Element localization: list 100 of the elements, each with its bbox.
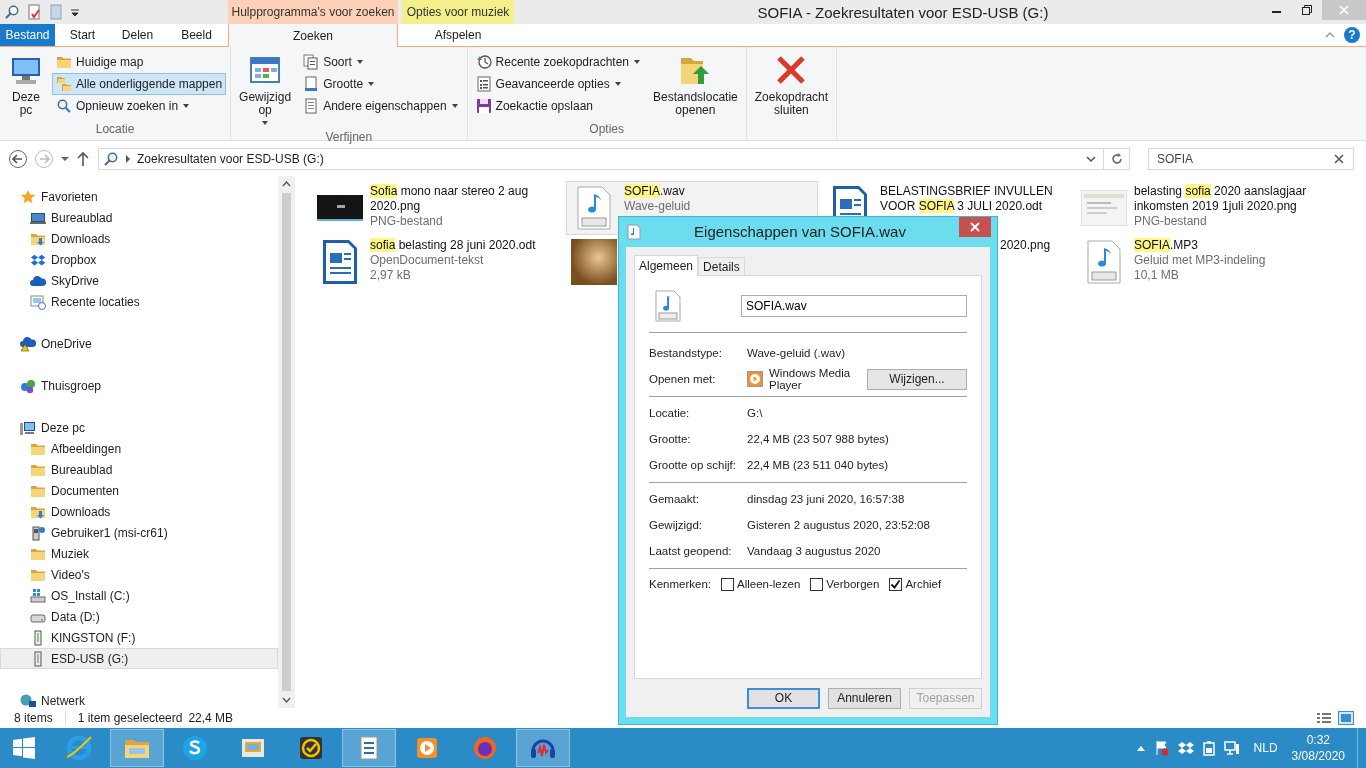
nav-item[interactable]: ESD-USB (G:) <box>0 648 278 669</box>
tiles-view-icon[interactable] <box>1338 711 1354 725</box>
ribbon-button[interactable]: Soort <box>299 51 463 73</box>
help-button[interactable]: ? <box>1344 27 1360 43</box>
back-icon[interactable] <box>8 149 28 169</box>
dialog-tab[interactable]: Details <box>698 257 745 275</box>
nav-item[interactable]: Bureaublad <box>0 207 278 228</box>
ribbon-button[interactable]: Opnieuw zoeken in <box>52 95 227 117</box>
dropbox-icon[interactable] <box>1177 740 1194 756</box>
ribbon-button[interactable]: Gewijzigd op <box>235 50 296 130</box>
nav-item[interactable]: Bureaublad <box>0 459 278 480</box>
nav-item[interactable]: Thuisgroep <box>0 375 278 396</box>
ribbon-button[interactable]: Deze pc <box>4 50 48 122</box>
network-icon[interactable] <box>1223 740 1240 756</box>
close-button[interactable] <box>959 217 991 237</box>
ribbon-button[interactable]: Zoekopdracht sluiten <box>750 50 833 140</box>
file-detail: Wave-geluid <box>624 199 692 214</box>
attribute-checkbox[interactable]: Alleen-lezen <box>721 577 801 591</box>
file-name: SOFIA.wav <box>624 184 686 199</box>
file-name-field[interactable]: SOFIA.wav <box>741 295 967 317</box>
attribute-checkbox[interactable]: Archief <box>889 577 942 591</box>
nav-item[interactable]: SkyDrive <box>0 270 278 291</box>
scrollbar-thumb[interactable] <box>282 193 291 691</box>
ribbon-tab[interactable]: Zoeken <box>228 24 398 47</box>
nav-item[interactable]: Data (D:) <box>0 606 278 627</box>
ribbon-button[interactable]: Geavanceerde opties <box>471 73 645 95</box>
input-language[interactable]: NLD <box>1253 741 1278 755</box>
up-arrow-icon[interactable] <box>76 151 90 167</box>
nav-item[interactable]: Muziek <box>0 543 278 564</box>
taskbar-button[interactable] <box>342 729 396 767</box>
star-icon <box>20 188 36 205</box>
scroll-up-icon[interactable] <box>282 181 291 187</box>
audio-file-icon <box>627 224 641 240</box>
property-label: Gewijzigd: <box>649 519 704 531</box>
calendar-icon <box>249 54 282 86</box>
details-view-icon[interactable] <box>1316 711 1332 725</box>
property-label: Laatst geopend: <box>649 545 733 557</box>
file-name: 2020.png <box>1000 238 1052 253</box>
search-icon[interactable] <box>4 4 20 20</box>
nav-item[interactable]: Deze pc <box>0 417 278 438</box>
ribbon-button[interactable]: Grootte <box>299 73 463 95</box>
file-name: SOFIA.MP3 <box>1134 238 1200 253</box>
dialog-button[interactable]: Annuleren <box>828 687 901 709</box>
contextual-tab-header: Opties voor muziek <box>402 0 514 24</box>
file-name: Sofia mono naar stereo 2 aug 2020.png <box>370 184 530 214</box>
nav-item[interactable]: Video's <box>0 564 278 585</box>
attribute-checkbox[interactable]: Verborgen <box>810 577 880 591</box>
address-bar[interactable]: Zoekresultaten voor ESD-USB (G:) <box>98 148 1104 170</box>
ribbon-group-label: Opties <box>588 122 625 138</box>
nav-item[interactable]: Downloads <box>0 501 278 522</box>
nav-item[interactable]: OneDrive <box>0 333 278 354</box>
folders-icon <box>56 76 72 92</box>
ribbon-button[interactable]: Zoekactie opslaan <box>471 95 645 117</box>
file-item[interactable]: sofia belasting 28 juni 2020.odt OpenDocument-tekst 2,97 kB <box>312 235 562 289</box>
ribbon-button[interactable]: Recente zoekopdrachten <box>471 51 645 73</box>
change-button[interactable]: Wijzigen... <box>867 368 967 390</box>
file-item[interactable]: Sofia mono naar stereo 2 aug 2020.png PNG-bestand <box>312 181 562 235</box>
file-item[interactable]: belasting sofia 2020 aanslagjaar inkomsten 2019 1juli 2020.png PNG-bestand <box>1076 181 1332 235</box>
nav-item[interactable]: Documenten <box>0 480 278 501</box>
ribbon-button[interactable]: Alle onderliggende mappen <box>52 73 227 95</box>
ribbon-tab[interactable]: Bestand <box>0 24 55 46</box>
floppy-icon <box>475 98 492 114</box>
scrollbar[interactable] <box>278 176 295 708</box>
homegroup-icon <box>20 377 36 394</box>
show-hidden-icons-icon[interactable] <box>1135 744 1146 752</box>
chat-icon <box>180 733 210 763</box>
clock-date[interactable]: 3/08/2020 <box>1291 748 1345 764</box>
dialog-tab[interactable]: Algemeen <box>634 255 699 276</box>
ribbon-button[interactable]: Andere eigenschappen <box>299 95 463 117</box>
flag-icon[interactable] <box>1153 740 1170 756</box>
nav-item[interactable]: KINGSTON (F:) <box>0 627 278 648</box>
file-detail: PNG-bestand <box>1134 214 1208 229</box>
drive-icon <box>30 587 46 604</box>
chevron-down-icon[interactable] <box>1085 154 1097 164</box>
nav-item[interactable]: Gebruiker1 (msi-cr61) <box>0 522 278 543</box>
ribbon-button[interactable]: Huidige map <box>52 51 227 73</box>
property-label: Grootte op schijf: <box>649 459 737 471</box>
refresh-button[interactable] <box>1104 148 1130 170</box>
nav-item[interactable]: Afbeeldingen <box>0 438 278 459</box>
nav-item[interactable]: Recente locaties <box>0 291 278 312</box>
recent-places-icon <box>30 293 46 310</box>
ribbon-button[interactable]: Bestandslocatie openen <box>649 50 742 122</box>
nav-item[interactable]: Netwerk <box>0 690 278 711</box>
clear-search-icon[interactable] <box>1334 154 1344 164</box>
file-item[interactable]: SOFIA.MP3 Geluid met MP3-indeling 10,1 MB <box>1076 235 1332 289</box>
nav-item[interactable]: Downloads <box>0 228 278 249</box>
scroll-down-icon[interactable] <box>282 697 291 703</box>
battery-icon[interactable] <box>1201 740 1216 756</box>
nav-item[interactable]: Dropbox <box>0 249 278 270</box>
list-icon <box>475 76 492 92</box>
selection-info: 1 item geselecteerd <box>77 711 183 725</box>
properties-icon[interactable] <box>26 4 42 20</box>
clock-time[interactable]: 0:32 <box>1306 732 1330 748</box>
property-value: Wave-geluid (.wav) <box>747 347 845 359</box>
nav-item[interactable]: Favorieten <box>0 186 278 207</box>
nav-item[interactable]: OS_Install (C:) <box>0 585 278 606</box>
taskbar-button[interactable] <box>516 729 570 767</box>
recent-locations-caret-icon[interactable] <box>60 155 70 163</box>
search-field[interactable]: SOFIA <box>1148 148 1354 170</box>
dialog-button[interactable]: OK <box>747 687 820 709</box>
